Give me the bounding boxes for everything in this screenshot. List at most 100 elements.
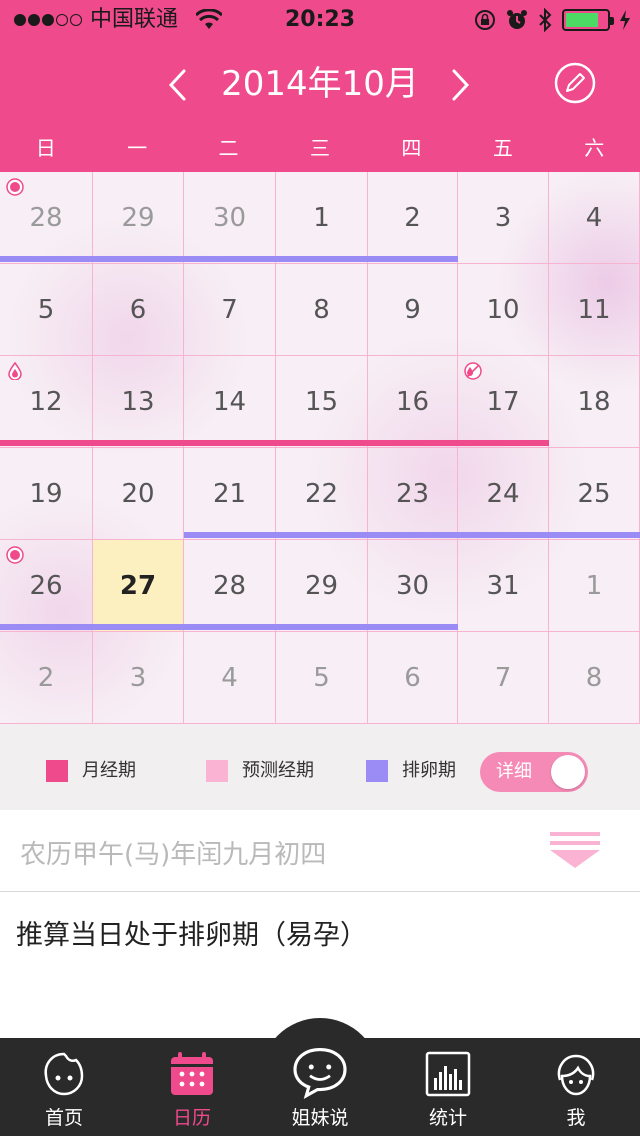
day-number: 7 bbox=[494, 663, 512, 693]
weekday-label: 三 bbox=[309, 136, 330, 160]
tab-me[interactable]: 我 bbox=[512, 1038, 640, 1136]
calendar-day[interactable]: 9 bbox=[368, 264, 458, 356]
tab-calendar-label: 日历 bbox=[172, 1107, 211, 1129]
day-number: 5 bbox=[37, 295, 55, 325]
day-number: 2 bbox=[404, 203, 421, 233]
day-number: 31 bbox=[486, 571, 520, 601]
home-face-icon bbox=[44, 1052, 84, 1096]
tab-home[interactable]: 首页 bbox=[0, 1038, 128, 1136]
rotation-lock-icon bbox=[475, 10, 495, 30]
calendar-day[interactable]: 22 bbox=[276, 448, 368, 540]
legend-ovulation-label: 排卵期 bbox=[402, 760, 456, 781]
day-number: 8 bbox=[585, 663, 603, 693]
calendar-day[interactable]: 3 bbox=[458, 172, 549, 264]
calendar-day[interactable]: 19 bbox=[0, 448, 93, 540]
edit-pencil-button[interactable] bbox=[554, 62, 596, 104]
weekday-header-row: 日 一 二 三 四 五 六 bbox=[0, 130, 640, 172]
day-number: 21 bbox=[212, 479, 247, 509]
day-number: 9 bbox=[404, 295, 421, 325]
calendar-day[interactable]: 2 bbox=[0, 632, 93, 724]
day-number: 25 bbox=[577, 479, 611, 509]
day-number: 2 bbox=[37, 663, 55, 693]
calendar-day[interactable]: 1 bbox=[276, 172, 368, 264]
predicted-swatch bbox=[206, 760, 228, 782]
detail-toggle[interactable]: 详细 bbox=[480, 752, 588, 792]
legend-period-label: 月经期 bbox=[82, 760, 136, 781]
calendar-day[interactable]: 30 bbox=[184, 172, 276, 264]
calendar-day[interactable]: 15 bbox=[276, 356, 368, 448]
battery-icon bbox=[562, 9, 614, 31]
expand-down-icon[interactable] bbox=[550, 832, 600, 868]
calendar-day[interactable]: 5 bbox=[276, 632, 368, 724]
ovulation-range-bar bbox=[0, 256, 458, 262]
calendar-day[interactable]: 29 bbox=[93, 172, 184, 264]
calendar-day[interactable]: 21 bbox=[184, 448, 276, 540]
tab-sisters-chat[interactable]: 姐妹说 bbox=[256, 1038, 384, 1136]
calendar-day[interactable]: 13 bbox=[93, 356, 184, 448]
day-number: 6 bbox=[404, 663, 421, 693]
calendar-day[interactable]: 11 bbox=[549, 264, 640, 356]
lunar-date-row[interactable]: 农历甲午(马)年闰九月初四 bbox=[0, 810, 640, 892]
weekday-label: 四 bbox=[401, 136, 422, 160]
legend-ovulation: 排卵期 bbox=[366, 760, 456, 782]
weekday-label: 日 bbox=[35, 136, 56, 160]
day-number: 6 bbox=[129, 295, 147, 325]
day-number: 16 bbox=[395, 387, 430, 417]
calendar-day[interactable]: 14 bbox=[184, 356, 276, 448]
weekday-label: 六 bbox=[584, 136, 605, 160]
calendar-day[interactable]: 6 bbox=[368, 632, 458, 724]
calendar-day[interactable]: 2 bbox=[368, 172, 458, 264]
calendar-day[interactable]: 16 bbox=[368, 356, 458, 448]
status-icons bbox=[474, 8, 630, 32]
day-number: 4 bbox=[221, 663, 238, 693]
tab-stats[interactable]: 统计 bbox=[384, 1038, 512, 1136]
calendar-day[interactable]: 1 bbox=[549, 540, 640, 632]
calendar-day[interactable]: 25 bbox=[549, 448, 640, 540]
calendar-day[interactable]: 28 bbox=[184, 540, 276, 632]
calendar-day[interactable]: 23 bbox=[368, 448, 458, 540]
calendar-day[interactable]: 31 bbox=[458, 540, 549, 632]
calendar-day[interactable]: 3 bbox=[93, 632, 184, 724]
calendar-day[interactable]: 30 bbox=[368, 540, 458, 632]
day-number: 30 bbox=[212, 203, 247, 233]
calendar-day[interactable]: 29 bbox=[276, 540, 368, 632]
calendar-day[interactable]: 7 bbox=[184, 264, 276, 356]
day-number: 23 bbox=[395, 479, 430, 509]
calendar-day[interactable]: 8 bbox=[276, 264, 368, 356]
day-number: 29 bbox=[304, 571, 339, 601]
weekday-label: 一 bbox=[127, 136, 148, 160]
day-number: 28 bbox=[29, 203, 63, 233]
day-number: 3 bbox=[129, 663, 147, 693]
day-number: 7 bbox=[221, 295, 238, 325]
calendar-day[interactable]: 10 bbox=[458, 264, 549, 356]
calendar-day[interactable]: 24 bbox=[458, 448, 549, 540]
ovulation-range-bar bbox=[0, 624, 458, 630]
day-number: 17 bbox=[486, 387, 520, 417]
tab-calendar[interactable]: 日历 bbox=[128, 1038, 256, 1136]
day-number: 11 bbox=[577, 295, 611, 325]
period-range-bar bbox=[0, 440, 549, 446]
calendar-day[interactable]: 20 bbox=[93, 448, 184, 540]
ovulation-day-icon bbox=[6, 546, 24, 564]
calendar-day-today[interactable]: 27 bbox=[93, 540, 184, 632]
toggle-knob bbox=[551, 755, 585, 789]
next-month-button[interactable] bbox=[440, 65, 480, 105]
calendar-day[interactable]: 4 bbox=[549, 172, 640, 264]
calendar-header: 2014年10月 bbox=[0, 40, 640, 130]
day-number: 12 bbox=[29, 387, 63, 417]
legend-period: 月经期 bbox=[46, 760, 136, 782]
day-number: 1 bbox=[585, 571, 603, 601]
day-number: 4 bbox=[585, 203, 603, 233]
calendar-day[interactable]: 5 bbox=[0, 264, 93, 356]
day-number: 28 bbox=[212, 571, 247, 601]
day-number: 24 bbox=[486, 479, 520, 509]
calendar-day[interactable]: 18 bbox=[549, 356, 640, 448]
calendar-day[interactable]: 4 bbox=[184, 632, 276, 724]
period-swatch bbox=[46, 760, 68, 782]
calendar-day[interactable]: 6 bbox=[93, 264, 184, 356]
day-number: 10 bbox=[486, 295, 520, 325]
calendar-day[interactable]: 8 bbox=[549, 632, 640, 724]
day-number: 14 bbox=[212, 387, 247, 417]
day-note-panel: 推算当日处于排卵期（易孕） bbox=[0, 892, 640, 1038]
calendar-day[interactable]: 7 bbox=[458, 632, 549, 724]
